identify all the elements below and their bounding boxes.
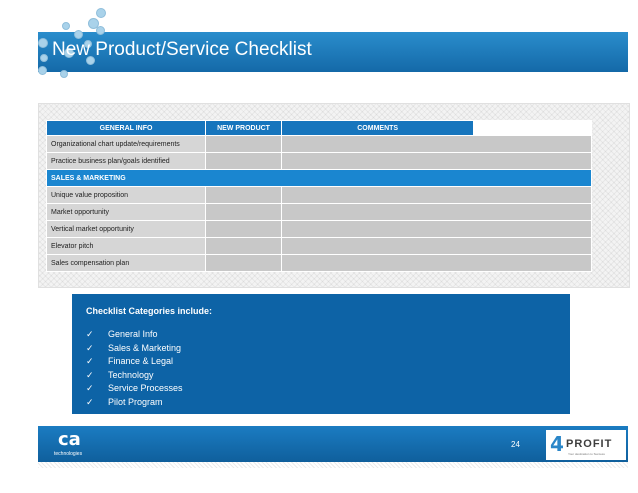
section-row: SALES & MARKETING — [46, 169, 592, 187]
page-number: 24 — [511, 440, 520, 449]
header-new-product: NEW PRODUCT — [205, 120, 282, 136]
categories-list: ✓ General Info ✓ Sales & Marketing ✓ Financ… — [86, 328, 183, 409]
comments-cell[interactable] — [280, 220, 593, 238]
checklist-table: GENERAL INFO NEW PRODUCT COMMENTS Organi… — [45, 120, 593, 272]
categories-heading: Checklist Categories include: — [86, 306, 213, 316]
row-label: Sales compensation plan — [45, 254, 207, 272]
category-label: Finance & Legal — [108, 356, 174, 366]
row-label: Market opportunity — [45, 203, 207, 221]
comments-cell[interactable] — [280, 186, 593, 204]
category-label: Sales & Marketing — [108, 342, 182, 353]
new-product-cell[interactable] — [205, 203, 282, 221]
list-item: ✓ Finance & Legal — [86, 355, 183, 369]
header-general-info: GENERAL INFO — [45, 120, 207, 136]
profit-logo-word: PROFIT — [566, 438, 613, 450]
4profit-logo: 4 PROFIT Your destination to Success — [546, 430, 626, 460]
footer-bar: ca technologies 24 4 PROFIT Your destina… — [38, 426, 628, 462]
profit-logo-tagline: Your destination to Success — [568, 452, 605, 456]
category-label: Technology — [108, 369, 154, 380]
new-product-cell[interactable] — [205, 220, 282, 238]
row-label: Vertical market opportunity — [45, 220, 207, 238]
new-product-cell[interactable] — [205, 135, 282, 153]
list-item: ✓ General Info — [86, 328, 183, 342]
section-label: SALES & MARKETING — [46, 169, 592, 187]
checkmark-icon: ✓ — [86, 383, 94, 393]
checkmark-icon: ✓ — [86, 342, 94, 353]
table-row: Elevator pitch — [45, 237, 593, 255]
list-item: ✓ Service Processes — [86, 382, 183, 396]
list-item: ✓ Sales & Marketing — [86, 342, 183, 356]
ca-logo-sub: technologies — [54, 451, 83, 457]
header-blank — [473, 120, 592, 136]
ca-logo-mark: ca — [58, 429, 81, 450]
checkmark-icon: ✓ — [86, 356, 94, 366]
checkmark-icon: ✓ — [86, 369, 94, 380]
checkmark-icon: ✓ — [86, 396, 94, 407]
category-label: Service Processes — [108, 383, 183, 393]
header-comments: COMMENTS — [280, 120, 475, 136]
table-row: Organizational chart update/requirements — [45, 135, 593, 153]
table-header-row: GENERAL INFO NEW PRODUCT COMMENTS — [45, 120, 592, 136]
new-product-cell[interactable] — [205, 254, 282, 272]
categories-box: Checklist Categories include: ✓ General I… — [72, 294, 570, 414]
list-item: ✓ Technology — [86, 369, 183, 383]
category-label: Pilot Program — [108, 396, 163, 407]
row-label: Unique value proposition — [45, 186, 207, 204]
table-row: Practice business plan/goals identified — [45, 152, 593, 170]
slide-title: New Product/Service Checklist — [52, 39, 312, 60]
ca-technologies-logo: ca technologies — [52, 429, 92, 459]
table-row: Unique value proposition — [45, 186, 593, 204]
new-product-cell[interactable] — [205, 186, 282, 204]
comments-cell[interactable] — [280, 237, 593, 255]
new-product-cell[interactable] — [205, 152, 282, 170]
comments-cell[interactable] — [280, 254, 593, 272]
profit-logo-number: 4 — [550, 432, 564, 456]
row-label: Elevator pitch — [45, 237, 207, 255]
slide: New Product/Service Checklist GENERAL IN… — [0, 0, 638, 493]
table-row: Market opportunity — [45, 203, 593, 221]
row-label: Organizational chart update/requirements — [45, 135, 207, 153]
footer-shadow — [38, 462, 628, 468]
list-item: ✓ Pilot Program — [86, 396, 183, 410]
comments-cell[interactable] — [280, 203, 593, 221]
category-label: General Info — [108, 329, 158, 339]
comments-cell[interactable] — [280, 135, 593, 153]
table-row: Sales compensation plan — [45, 254, 593, 272]
row-label: Practice business plan/goals identified — [45, 152, 207, 170]
checkmark-icon: ✓ — [86, 329, 94, 339]
new-product-cell[interactable] — [205, 237, 282, 255]
table-row: Vertical market opportunity — [45, 220, 593, 238]
comments-cell[interactable] — [280, 152, 593, 170]
